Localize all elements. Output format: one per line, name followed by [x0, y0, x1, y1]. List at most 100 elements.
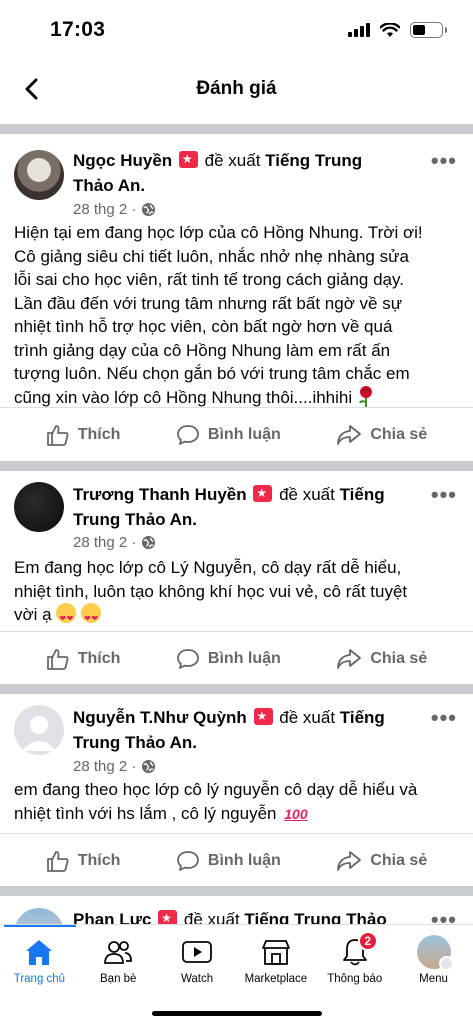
post-date[interactable]: 28 thg 2 ·	[73, 534, 136, 551]
post-date[interactable]: 28 thg 2 ·	[73, 201, 136, 218]
like-label: Thích	[77, 649, 121, 667]
author-name[interactable]: Nguyễn T.Như Quỳnh	[73, 708, 247, 727]
section-divider	[0, 124, 473, 134]
tab-label: Menu	[419, 973, 448, 985]
share-button[interactable]: Chia sẻ	[336, 424, 427, 446]
wifi-icon	[380, 22, 400, 37]
body-line: lỗi sai cho học viên, rất tinh tế trong …	[14, 270, 404, 289]
page-name-cont[interactable]: Thảo An.	[73, 176, 145, 195]
status-time: 17:03	[50, 18, 106, 41]
battery-icon	[410, 22, 447, 38]
rose-emoji-icon	[358, 385, 372, 407]
globe-icon	[142, 759, 156, 774]
tab-notifications[interactable]: 2 Thông báo	[316, 931, 394, 985]
recommend-icon	[253, 485, 273, 502]
recommend-verb: đề xuất	[204, 151, 261, 170]
post-header: Ngọc Huyền đề xuất Tiếng Trung Thảo An.	[73, 148, 413, 198]
post-meta: 28 thg 2 ·	[73, 758, 156, 775]
avatar[interactable]	[14, 482, 64, 532]
marketplace-icon	[261, 940, 290, 965]
section-divider	[0, 684, 473, 694]
post-action-bar: Thích Bình luận Chia sẻ	[0, 833, 473, 887]
body-line: vời ạ	[14, 605, 52, 624]
share-label: Chia sẻ	[370, 649, 428, 667]
more-options-button[interactable]: •••	[431, 705, 457, 731]
like-icon	[46, 424, 69, 446]
share-icon	[337, 424, 362, 445]
like-button[interactable]: Thích	[46, 648, 121, 670]
like-button[interactable]: Thích	[46, 424, 120, 446]
share-icon	[337, 648, 362, 669]
active-tab-indicator	[4, 925, 76, 927]
status-bar: 17:03	[0, 0, 473, 60]
post-date[interactable]: 28 thg 2 ·	[73, 758, 136, 775]
tab-watch[interactable]: Watch	[158, 935, 236, 985]
body-line: Hiện tại em đang học lớp của cô Hồng Nhu…	[14, 223, 423, 242]
menu-avatar-icon	[416, 935, 454, 971]
author-name[interactable]: Trương Thanh Huyền	[73, 485, 247, 504]
avatar[interactable]	[14, 150, 64, 200]
tab-home[interactable]: Trang chủ	[0, 935, 78, 985]
page-name[interactable]: Tiếng Trung	[265, 151, 362, 170]
body-line: nhiệt tình, luôn tạo không khí học vui v…	[14, 581, 408, 601]
recommend-icon	[178, 151, 198, 168]
tab-menu[interactable]: Menu	[395, 935, 473, 985]
body-line: Cô giảng siêu chi tiết luôn, nhắc nhở nh…	[14, 246, 409, 266]
more-options-button[interactable]: •••	[431, 148, 457, 174]
post-header: Nguyễn T.Như Quỳnh đề xuất Tiếng Trung T…	[73, 705, 413, 755]
share-icon	[337, 850, 362, 871]
comment-button[interactable]: Bình luận	[176, 850, 281, 872]
author-name[interactable]: Ngọc Huyền	[73, 151, 172, 170]
status-icons	[348, 22, 447, 38]
tab-label: Marketplace	[244, 973, 308, 985]
section-divider	[0, 886, 473, 896]
comment-label: Bình luận	[207, 425, 281, 443]
body-line: Lần đầu đến với trung tâm nhưng rất bất …	[14, 293, 403, 313]
body-line: nhiệt tình với hs lắm , cô lý nguyễn	[14, 803, 277, 823]
tab-marketplace[interactable]: Marketplace	[237, 935, 315, 985]
like-icon	[46, 648, 69, 670]
friends-icon	[104, 941, 133, 964]
comment-button[interactable]: Bình luận	[176, 648, 281, 670]
page-title: Đánh giá	[196, 78, 277, 99]
page-name[interactable]: Tiếng	[340, 485, 385, 504]
body-line: em đang theo học lớp cô lý nguyễn cô dạy…	[14, 780, 418, 799]
like-label: Thích	[77, 851, 121, 869]
page-name[interactable]: Tiếng	[340, 708, 385, 727]
share-label: Chia sẻ	[370, 851, 428, 869]
home-icon	[26, 940, 53, 965]
tab-label: Trang chủ	[13, 973, 66, 985]
body-line: Em đang học lớp cô Lý Nguyễn, cô dạy rất…	[14, 558, 402, 577]
like-button[interactable]: Thích	[46, 850, 121, 872]
body-line: nhiệt tình hỗ trợ học viên, còn bất ngờ …	[14, 317, 393, 336]
chevron-left-icon	[25, 78, 38, 100]
share-button[interactable]: Chia sẻ	[336, 850, 427, 872]
share-button[interactable]: Chia sẻ	[336, 648, 427, 670]
post-body: Em đang học lớp cô Lý Nguyễn, cô dạy rất…	[14, 556, 461, 627]
heart-eyes-emoji-icon: ❤ ❤	[81, 603, 102, 623]
more-options-button[interactable]: •••	[431, 482, 457, 508]
tab-label: Watch	[180, 973, 214, 985]
share-label: Chia sẻ	[370, 425, 428, 443]
hundred-emoji-icon: 100	[284, 805, 308, 822]
tab-label: Thông báo	[327, 973, 383, 985]
nav-header: Đánh giá	[0, 60, 473, 118]
tab-friends[interactable]: Bạn bè	[79, 935, 157, 985]
post-action-bar: Thích Bình luận Chia sẻ	[0, 631, 473, 685]
post-body: em đang theo học lớp cô lý nguyễn cô dạy…	[14, 778, 461, 826]
page-name-cont[interactable]: Trung Thảo An.	[73, 510, 197, 529]
default-avatar-icon	[22, 716, 56, 751]
page-name-cont[interactable]: Trung Thảo An.	[73, 733, 197, 752]
comment-button[interactable]: Bình luận	[176, 424, 281, 446]
comment-icon	[177, 648, 199, 669]
body-line: tượng luôn. Nếu chọn gắn bó với trung tâ…	[14, 364, 410, 383]
globe-icon	[142, 202, 156, 217]
globe-icon	[142, 535, 156, 550]
like-icon	[46, 850, 69, 872]
signal-icon	[348, 23, 370, 37]
avatar[interactable]	[14, 705, 64, 755]
body-line: cũng xin vào lớp cô Hồng Nhung thôi....i…	[14, 387, 353, 407]
post-action-bar: Thích Bình luận Chia sẻ	[0, 407, 473, 461]
post-meta: 28 thg 2 ·	[73, 201, 156, 218]
back-button[interactable]	[14, 72, 48, 106]
